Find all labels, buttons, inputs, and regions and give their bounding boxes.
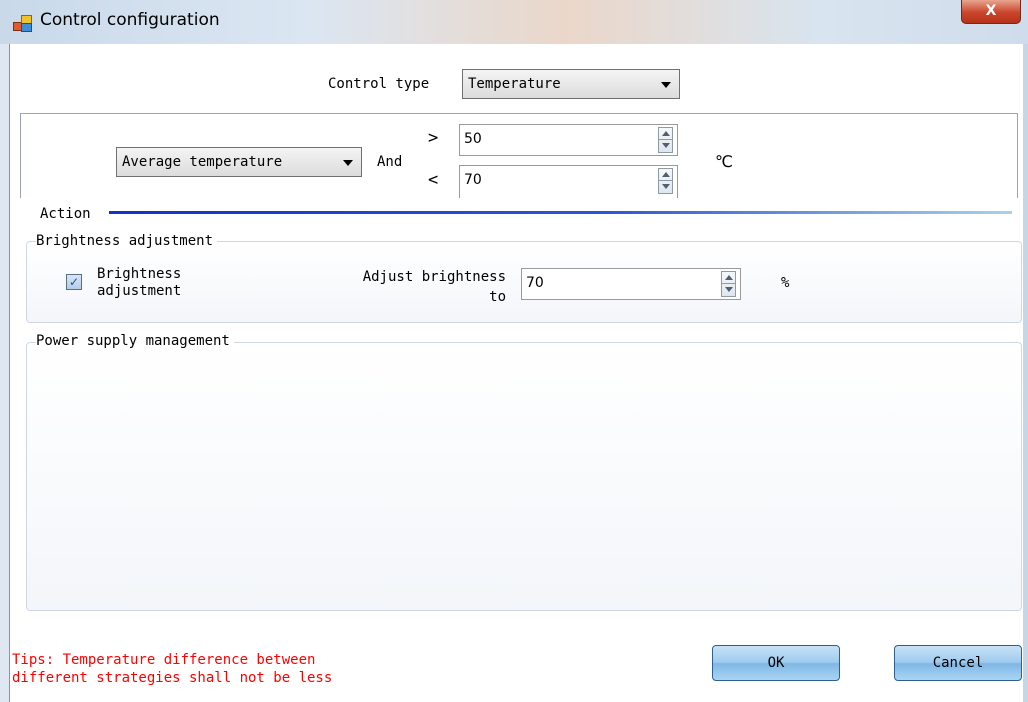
brightness-checkbox[interactable]: ✓ xyxy=(66,274,82,290)
greater-than-symbol: > xyxy=(428,128,439,148)
brightness-stepper[interactable]: 70 xyxy=(521,268,741,300)
lower-bound-stepper[interactable]: 50 xyxy=(459,124,678,156)
app-icon xyxy=(13,13,32,32)
checkbox-label-line2: adjustment xyxy=(97,283,182,299)
upper-bound-value: 70 xyxy=(464,172,482,188)
control-type-select[interactable]: Temperature xyxy=(462,69,680,99)
metric-select[interactable]: Average temperature xyxy=(116,147,362,177)
condition-joiner: And xyxy=(377,154,403,170)
metric-value: Average temperature xyxy=(122,154,283,170)
brightness-unit: % xyxy=(781,275,790,291)
checkmark-icon: ✓ xyxy=(68,275,80,289)
tips-line1: Tips: Temperature difference between xyxy=(12,652,316,668)
title-bar: Control configuration X xyxy=(0,0,1028,44)
window-frame-right xyxy=(1023,44,1028,702)
spin-buttons-icon[interactable] xyxy=(658,127,673,153)
control-type-value: Temperature xyxy=(468,76,561,92)
checkbox-label-line1: Brightness xyxy=(97,266,182,282)
less-than-symbol: < xyxy=(428,170,439,190)
brightness-group-title: Brightness adjustment xyxy=(36,233,218,249)
temperature-unit: ℃ xyxy=(715,152,733,171)
power-group xyxy=(26,342,1022,611)
power-group-title: Power supply management xyxy=(36,333,234,349)
chevron-down-icon xyxy=(661,82,671,88)
window-title: Control configuration xyxy=(40,10,220,30)
brightness-value: 70 xyxy=(526,275,544,291)
chevron-down-icon xyxy=(343,160,353,166)
control-type-label: Control type xyxy=(328,76,430,92)
cancel-button[interactable]: Cancel xyxy=(894,645,1022,681)
spin-buttons-icon[interactable] xyxy=(721,271,736,297)
action-label: Action xyxy=(40,206,95,222)
adjust-label-line1: Adjust brightness xyxy=(362,269,506,285)
tips-text: Tips: Temperature difference between dif… xyxy=(12,651,332,687)
spin-buttons-icon[interactable] xyxy=(658,168,673,194)
ok-button[interactable]: OK xyxy=(712,645,840,681)
adjust-label-line2: to xyxy=(489,289,506,305)
adjust-brightness-label: Adjust brightness to xyxy=(330,267,506,307)
tips-line2: different strategies shall not be less xyxy=(12,670,333,686)
close-button[interactable]: X xyxy=(961,0,1021,24)
brightness-checkbox-label: Brightness adjustment xyxy=(97,266,181,300)
upper-bound-stepper[interactable]: 70 xyxy=(459,165,678,198)
action-divider xyxy=(109,211,1012,214)
lower-bound-value: 50 xyxy=(464,131,482,147)
